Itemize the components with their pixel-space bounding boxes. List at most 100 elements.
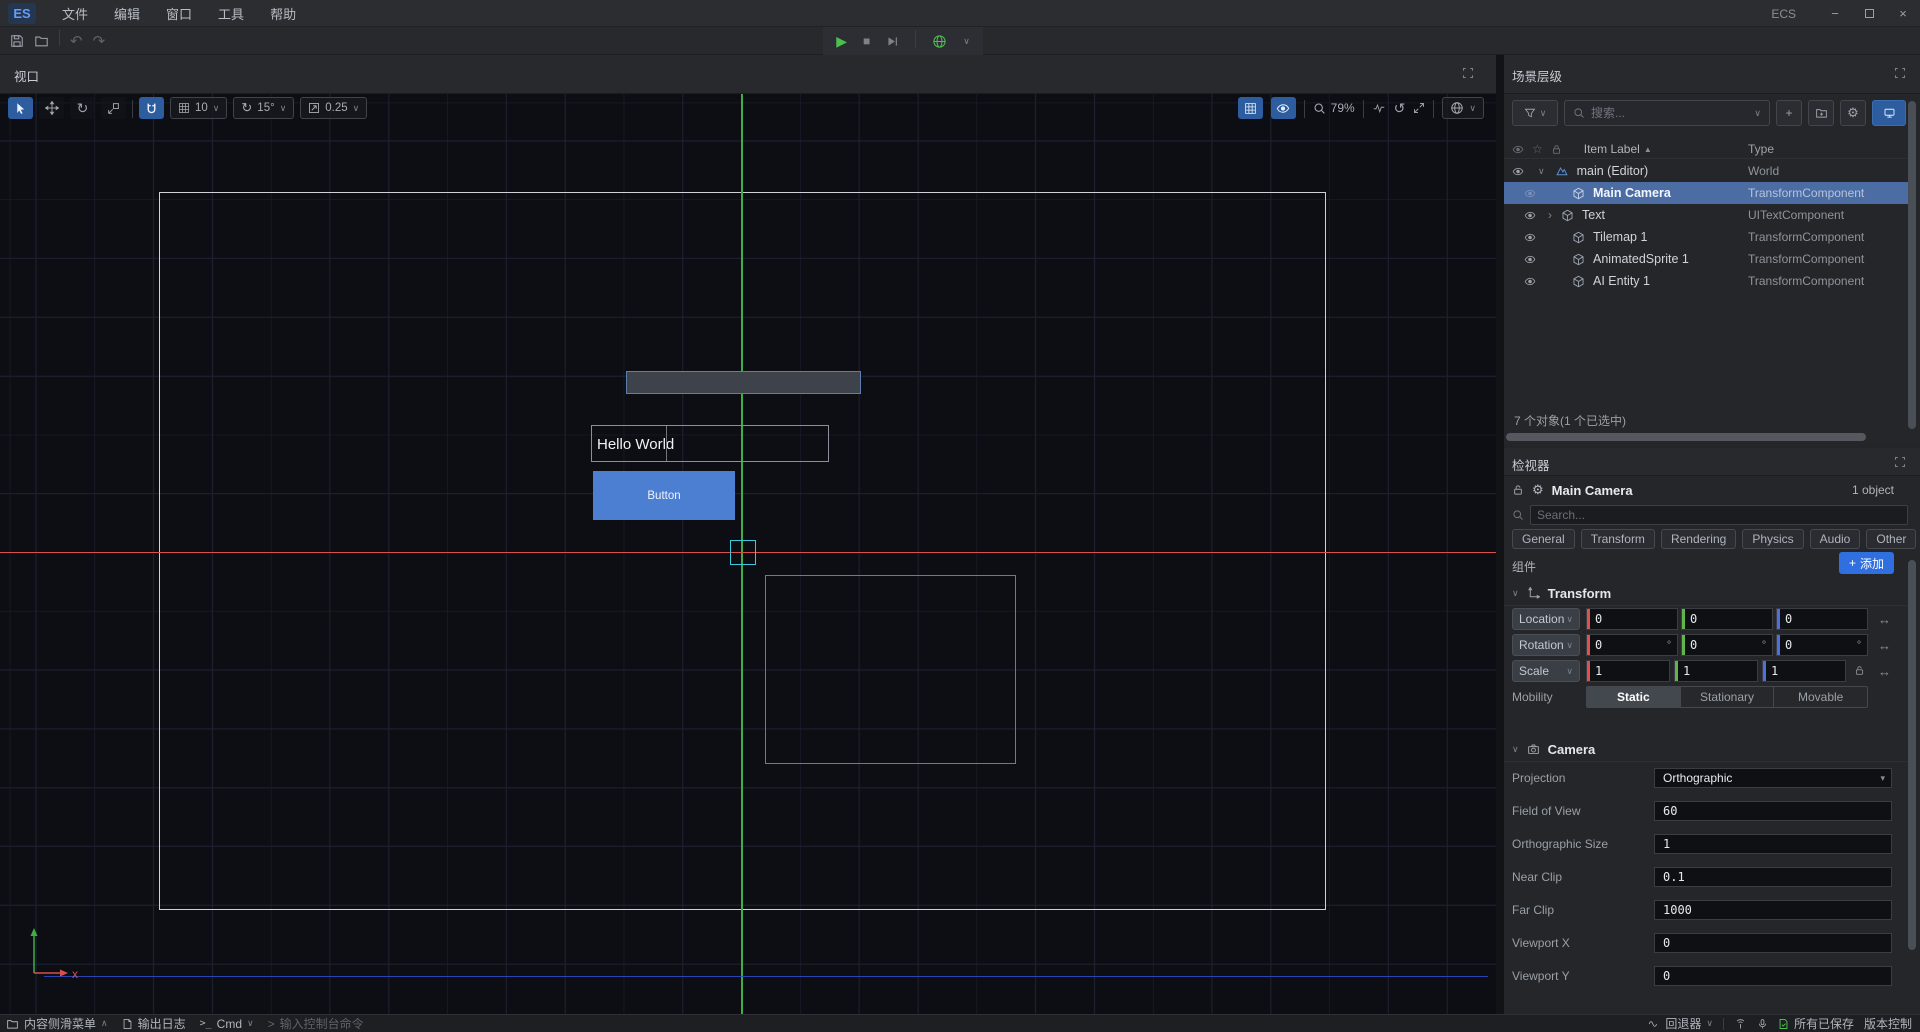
fit-view-icon[interactable] xyxy=(1413,102,1425,114)
tree-row-animatedsprite[interactable]: AnimatedSprite 1 TransformComponent xyxy=(1504,248,1908,270)
menu-edit[interactable]: 编辑 xyxy=(102,1,152,26)
stats-pulse-icon[interactable] xyxy=(1372,102,1386,114)
hierarchy-settings-button[interactable]: ⚙ xyxy=(1840,100,1866,126)
inspector-vertical-scrollbar[interactable] xyxy=(1908,560,1916,950)
open-folder-icon[interactable] xyxy=(34,34,49,48)
rotate-tool-button[interactable]: ↻ xyxy=(70,97,95,119)
orthographic-size-input[interactable]: 1 xyxy=(1654,834,1892,854)
menu-tools[interactable]: 工具 xyxy=(206,1,256,26)
mobility-stationary[interactable]: Stationary xyxy=(1681,687,1775,707)
projection-select[interactable]: Orthographic▾ xyxy=(1654,768,1892,788)
link-values-icon[interactable]: ↔ xyxy=(1878,612,1891,627)
location-x-input[interactable]: 0 xyxy=(1586,608,1678,630)
world-view-dropdown[interactable]: ∨ xyxy=(1442,97,1484,119)
tree-row-main-camera[interactable]: Main Camera TransformComponent xyxy=(1504,182,1908,204)
tree-row-ai-entity[interactable]: AI Entity 1 TransformComponent xyxy=(1504,270,1908,292)
new-folder-button[interactable] xyxy=(1808,100,1834,126)
slider-entity[interactable] xyxy=(626,371,861,394)
panel-divider[interactable] xyxy=(1496,55,1504,1014)
tree-row-text[interactable]: › Text UITextComponent xyxy=(1504,204,1908,226)
hierarchy-search-input[interactable] xyxy=(1591,106,1748,120)
rollback-dropdown[interactable]: 回退器 ∨ xyxy=(1647,1015,1713,1032)
run-target-dropdown[interactable]: ∨ xyxy=(963,36,970,47)
inspector-expand-icon[interactable] xyxy=(1894,456,1906,468)
visibility-eye-icon[interactable] xyxy=(1524,254,1536,265)
tree-row-world[interactable]: ∨ main (Editor) World xyxy=(1504,160,1908,182)
mobility-movable[interactable]: Movable xyxy=(1774,687,1867,707)
near-clip-input[interactable]: 0.1 xyxy=(1654,867,1892,887)
rotation-dropdown[interactable]: Rotation∨ xyxy=(1512,634,1580,656)
viewport-x-input[interactable]: 0 xyxy=(1654,933,1892,953)
add-entity-button[interactable]: + xyxy=(1776,100,1802,126)
menu-help[interactable]: 帮助 xyxy=(258,1,308,26)
maximize-button[interactable] xyxy=(1852,0,1886,27)
content-drawer-button[interactable]: 内容侧滑菜单 ∧ xyxy=(6,1015,108,1032)
close-button[interactable]: × xyxy=(1886,0,1920,27)
lock-column-icon[interactable] xyxy=(1551,144,1562,155)
microphone-icon[interactable] xyxy=(1757,1018,1768,1030)
console-command-input[interactable]: > 输入控制台命令 xyxy=(268,1015,364,1032)
hierarchy-horizontal-scrollbar[interactable] xyxy=(1506,433,1866,441)
viewport-expand-icon[interactable] xyxy=(1462,67,1474,79)
visibility-eye-icon[interactable] xyxy=(1524,210,1536,221)
output-log-button[interactable]: 输出日志 xyxy=(122,1015,186,1032)
tab-rendering[interactable]: Rendering xyxy=(1661,529,1736,549)
undo-icon[interactable]: ↶ xyxy=(70,32,83,50)
gear-icon[interactable]: ⚙ xyxy=(1532,482,1544,498)
collapse-chevron-icon[interactable]: ∨ xyxy=(1512,744,1519,755)
lock-icon[interactable] xyxy=(1512,484,1524,496)
scale-tool-button[interactable] xyxy=(101,97,126,119)
expand-chevron-icon[interactable]: › xyxy=(1548,208,1552,222)
hierarchy-search[interactable]: ∨ xyxy=(1564,100,1770,126)
minimize-button[interactable]: − xyxy=(1818,0,1852,27)
selection-gizmo-box[interactable] xyxy=(730,540,756,565)
cmd-dropdown[interactable]: >_ Cmd ∨ xyxy=(200,1017,254,1031)
collapse-chevron-icon[interactable]: ∨ xyxy=(1512,588,1519,599)
redo-icon[interactable]: ↷ xyxy=(93,32,106,50)
expand-chevron-icon[interactable]: ∨ xyxy=(1538,166,1545,177)
location-dropdown[interactable]: Location∨ xyxy=(1512,608,1580,630)
tab-physics[interactable]: Physics xyxy=(1742,529,1803,549)
visibility-toggle-button[interactable] xyxy=(1271,97,1296,119)
play-button[interactable]: ▶ xyxy=(836,33,847,50)
add-component-button[interactable]: + 添加 xyxy=(1839,552,1894,574)
filter-dropdown[interactable]: ∨ xyxy=(1512,100,1558,126)
zoom-indicator[interactable]: 79% xyxy=(1313,101,1355,115)
visibility-eye-icon[interactable] xyxy=(1524,188,1536,199)
display-mode-button[interactable] xyxy=(1872,100,1906,126)
scale-snap-dropdown[interactable]: 0.25 ∨ xyxy=(300,97,367,119)
menu-file[interactable]: 文件 xyxy=(50,1,100,26)
globe-run-icon[interactable] xyxy=(932,34,947,49)
scene-canvas[interactable]: Hello World Button x ↻ xyxy=(0,94,1496,1014)
link-values-icon[interactable]: ↔ xyxy=(1878,638,1891,653)
tab-transform[interactable]: Transform xyxy=(1581,529,1655,549)
tree-row-tilemap[interactable]: Tilemap 1 TransformComponent xyxy=(1504,226,1908,248)
uniform-scale-lock-icon[interactable] xyxy=(1854,665,1865,676)
grid-toggle-button[interactable] xyxy=(1238,97,1263,119)
select-tool-button[interactable] xyxy=(8,97,33,119)
tab-audio[interactable]: Audio xyxy=(1810,529,1861,549)
tab-general[interactable]: General xyxy=(1512,529,1575,549)
transform-section-header[interactable]: ∨ Transform xyxy=(1504,582,1908,606)
star-column-icon[interactable]: ☆ xyxy=(1532,142,1543,156)
location-z-input[interactable]: 0 xyxy=(1776,608,1868,630)
camera-section-header[interactable]: ∨ Camera xyxy=(1504,738,1908,762)
scale-y-input[interactable]: 1 xyxy=(1674,660,1758,682)
scale-dropdown[interactable]: Scale∨ xyxy=(1512,660,1580,682)
tab-other[interactable]: Other xyxy=(1866,529,1916,549)
rotation-y-input[interactable]: 0° xyxy=(1681,634,1773,656)
rotation-z-input[interactable]: 0° xyxy=(1776,634,1868,656)
reset-view-icon[interactable]: ↺ xyxy=(1394,100,1406,117)
step-button[interactable] xyxy=(886,35,899,48)
scale-z-input[interactable]: 1 xyxy=(1762,660,1846,682)
mobility-static[interactable]: Static xyxy=(1587,687,1681,707)
hierarchy-expand-icon[interactable] xyxy=(1894,67,1906,79)
far-clip-input[interactable]: 1000 xyxy=(1654,900,1892,920)
button-entity[interactable]: Button xyxy=(593,471,735,520)
move-tool-button[interactable] xyxy=(39,97,64,119)
visibility-eye-icon[interactable] xyxy=(1524,232,1536,243)
app-logo[interactable]: ES xyxy=(8,3,36,24)
visibility-eye-icon[interactable] xyxy=(1524,276,1536,287)
viewport-y-input[interactable]: 0 xyxy=(1654,966,1892,986)
eye-column-icon[interactable] xyxy=(1512,144,1524,155)
